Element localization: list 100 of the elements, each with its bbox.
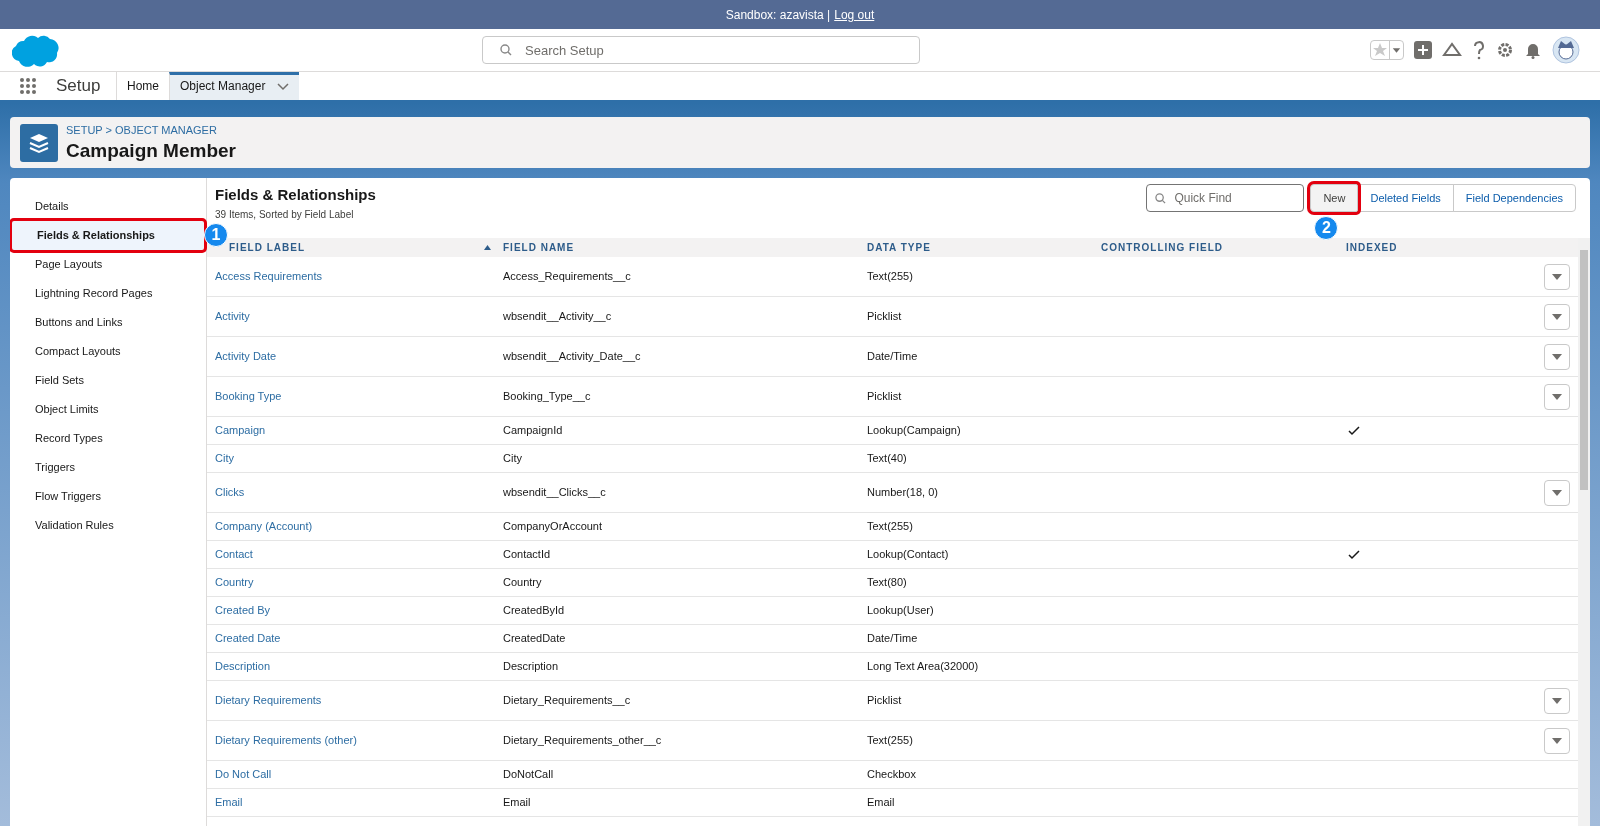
section-title: Fields & Relationships (215, 185, 376, 205)
caret-icon (1552, 489, 1562, 496)
sidebar-item[interactable]: Field Sets (10, 366, 206, 395)
sidebar-item[interactable]: Fields & Relationships (12, 221, 204, 250)
toolbar-button[interactable]: New (1310, 184, 1359, 212)
table-cell: City (503, 452, 522, 465)
sidebar-item[interactable]: Compact Layouts (10, 337, 206, 366)
caret-icon (1389, 41, 1403, 59)
table-cell: CompanyOrAccount (503, 520, 603, 533)
field-label-link[interactable]: Clicks (215, 486, 245, 499)
sidebar-item[interactable]: Page Layouts (10, 250, 206, 279)
section-subtitle: 39 Items, Sorted by Field Label (215, 207, 355, 222)
sidebar-item[interactable]: Triggers (10, 453, 206, 482)
sort-ascending-icon[interactable] (484, 245, 491, 250)
table-cell: Booking_Type__c (503, 390, 591, 403)
app-name: Setup (56, 75, 102, 98)
caret-icon (1552, 313, 1562, 320)
quick-find-field[interactable]: Quick Find (1146, 184, 1305, 212)
column-header[interactable]: DATA TYPE (867, 240, 931, 255)
logout-link[interactable]: Log out (834, 5, 875, 24)
field-label-link[interactable]: Do Not Call (215, 768, 272, 781)
caret-icon (1552, 737, 1562, 744)
field-label-link[interactable]: Dietary Requirements (215, 694, 322, 707)
row-actions-button[interactable] (1544, 687, 1570, 714)
table-cell: Number(18, 0) (867, 486, 938, 499)
chevron-down-icon (277, 80, 290, 92)
table-cell: Picklist (867, 694, 902, 707)
caret-icon (1552, 393, 1562, 400)
field-label-link[interactable]: Access Requirements (215, 270, 322, 283)
field-label-link[interactable]: Country (215, 576, 254, 589)
table-cell: ContactId (503, 548, 551, 561)
table-cell: Lookup(User) (867, 604, 934, 617)
table-cell: Date/Time (867, 350, 918, 363)
sidebar-item[interactable]: Details (10, 192, 206, 221)
sandbox-label: Sandbox: azavista | (725, 6, 831, 24)
field-label-link[interactable]: City (215, 452, 234, 465)
row-actions-button[interactable] (1544, 263, 1570, 290)
table-cell: Lookup(Campaign) (867, 424, 961, 437)
table-cell: CampaignId (503, 424, 563, 437)
table-cell: DoNotCall (503, 768, 554, 781)
field-label-link[interactable]: Booking Type (215, 390, 282, 403)
column-header[interactable]: CONTROLLING FIELD (1101, 240, 1223, 255)
row-actions-button[interactable] (1544, 383, 1570, 410)
sidebar-item[interactable]: Validation Rules (10, 511, 206, 540)
row-actions-button[interactable] (1544, 303, 1570, 330)
caret-icon (1552, 273, 1562, 280)
table-cell: Picklist (867, 310, 902, 323)
field-label-link[interactable]: Email (215, 796, 243, 809)
search-icon (500, 44, 512, 56)
checkmark-icon (1348, 425, 1360, 436)
breadcrumb[interactable]: SETUP > OBJECT MANAGER (66, 122, 236, 139)
sidebar-item[interactable]: Flow Triggers (10, 482, 206, 511)
settings-icon[interactable] (1496, 41, 1514, 59)
field-label-link[interactable]: Campaign (215, 424, 266, 437)
table-cell: Text(40) (867, 452, 907, 465)
search-field[interactable]: Search Setup (482, 36, 920, 64)
toolbar-button[interactable]: Field Dependencies (1452, 184, 1576, 212)
app-launcher-icon[interactable] (19, 77, 37, 95)
column-header[interactable]: INDEXED (1346, 240, 1398, 255)
field-label-link[interactable]: Created By (215, 604, 271, 617)
bell-icon[interactable] (1524, 41, 1542, 59)
column-header[interactable]: FIELD NAME (503, 240, 575, 255)
field-label-link[interactable]: Description (215, 660, 271, 673)
table-cell: Text(255) (867, 270, 913, 283)
scrollbar[interactable] (1578, 238, 1590, 826)
sidebar-item[interactable]: Object Limits (10, 395, 206, 424)
help-icon[interactable] (1472, 40, 1486, 60)
row-actions-button[interactable] (1544, 479, 1570, 506)
field-label-link[interactable]: Company (Account) (215, 520, 313, 533)
sidebar-item[interactable]: Lightning Record Pages (10, 279, 206, 308)
table-cell: Access_Requirements__c (503, 270, 631, 283)
field-label-link[interactable]: Dietary Requirements (other) (215, 734, 357, 747)
avatar-icon[interactable] (1552, 36, 1580, 64)
field-label-link[interactable]: Activity Date (215, 350, 277, 363)
row-actions-button[interactable] (1544, 343, 1570, 370)
caret-icon (1552, 697, 1562, 704)
favorites-button[interactable] (1370, 40, 1404, 60)
column-header[interactable]: FIELD LABEL (229, 240, 305, 255)
sidebar-item[interactable]: Record Types (10, 424, 206, 453)
table-cell: CreatedDate (503, 632, 566, 645)
table-cell: Dietary_Requirements__c (503, 694, 631, 707)
trailhead-icon[interactable] (1442, 41, 1462, 59)
table-cell: wbsendit__Clicks__c (503, 486, 606, 499)
table-cell: Picklist (867, 390, 902, 403)
table-cell: wbsendit__Activity__c (503, 310, 612, 323)
sidebar-item[interactable]: Buttons and Links (10, 308, 206, 337)
cloud-logo[interactable] (12, 33, 62, 67)
field-label-link[interactable]: Contact (215, 548, 253, 561)
nav-tab[interactable]: Object Manager (169, 72, 300, 100)
field-label-link[interactable]: Activity (215, 310, 250, 323)
table-cell: Date/Time (867, 632, 918, 645)
table-cell: Text(80) (867, 576, 907, 589)
table-cell: Long Text Area(32000) (867, 660, 979, 673)
table-cell: Checkbox (867, 768, 916, 781)
table-cell: Country (503, 576, 542, 589)
plus-icon[interactable] (1414, 41, 1432, 59)
field-label-link[interactable]: Created Date (215, 632, 281, 645)
table-cell: Dietary_Requirements_other__c (503, 734, 662, 747)
row-actions-button[interactable] (1544, 727, 1570, 754)
checkmark-icon (1348, 549, 1360, 560)
